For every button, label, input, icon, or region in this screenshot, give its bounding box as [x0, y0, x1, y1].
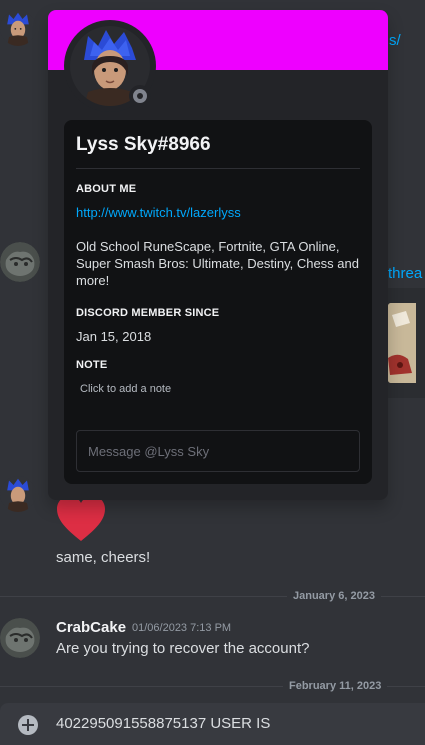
user-avatar-crabcake[interactable]: [0, 242, 40, 282]
user-avatar-crabcake-2[interactable]: [0, 618, 40, 658]
date-divider-feb-11: February 11, 2023: [0, 679, 425, 693]
user-avatar-lyss[interactable]: [0, 10, 36, 46]
heart-emoji: [56, 495, 106, 543]
message-timestamp: 01/06/2023 7:13 PM: [132, 622, 232, 634]
date-divider-label: January 6, 2023: [287, 589, 381, 603]
message-composer[interactable]: 402295091558875137 USER IS: [0, 703, 425, 745]
profile-username: Lyss Sky#8966: [76, 134, 211, 155]
twitch-link[interactable]: http://www.twitch.tv/lazerlyss: [76, 205, 241, 220]
message-text-recover: Are you trying to recover the account?: [56, 640, 310, 657]
offline-status-icon: [133, 89, 147, 103]
profile-divider: [76, 168, 360, 169]
date-divider-jan-6: January 6, 2023: [0, 589, 425, 603]
member-since-heading: DISCORD MEMBER SINCE: [76, 307, 220, 319]
member-since-date: Jan 15, 2018: [76, 329, 152, 344]
embed-image-thumbnail[interactable]: [388, 303, 416, 383]
note-heading: NOTE: [76, 359, 108, 371]
about-me-heading: ABOUT ME: [76, 183, 137, 195]
partial-link-top[interactable]: s/: [389, 32, 401, 49]
user-avatar-lyss-2[interactable]: [0, 476, 36, 512]
note-input[interactable]: Click to add a note: [80, 383, 171, 395]
partial-link-thread[interactable]: threa: [388, 265, 422, 282]
direct-message-input[interactable]: Message @Lyss Sky: [76, 430, 360, 472]
message-text-same-cheers: same, cheers!: [56, 549, 151, 566]
user-profile-popout: Lyss Sky#8966 ABOUT ME http://www.twitch…: [48, 10, 388, 500]
composer-input[interactable]: 402295091558875137 USER IS: [56, 715, 270, 732]
direct-message-placeholder: Message @Lyss Sky: [88, 444, 210, 459]
username-crabcake[interactable]: CrabCake: [56, 619, 126, 636]
plus-circle-icon[interactable]: [18, 715, 38, 735]
about-me-text: Old School RuneScape, Fortnite, GTA Onli…: [76, 239, 359, 288]
profile-details-card: Lyss Sky#8966 ABOUT ME http://www.twitch…: [64, 120, 372, 484]
date-divider-label: February 11, 2023: [283, 679, 388, 693]
